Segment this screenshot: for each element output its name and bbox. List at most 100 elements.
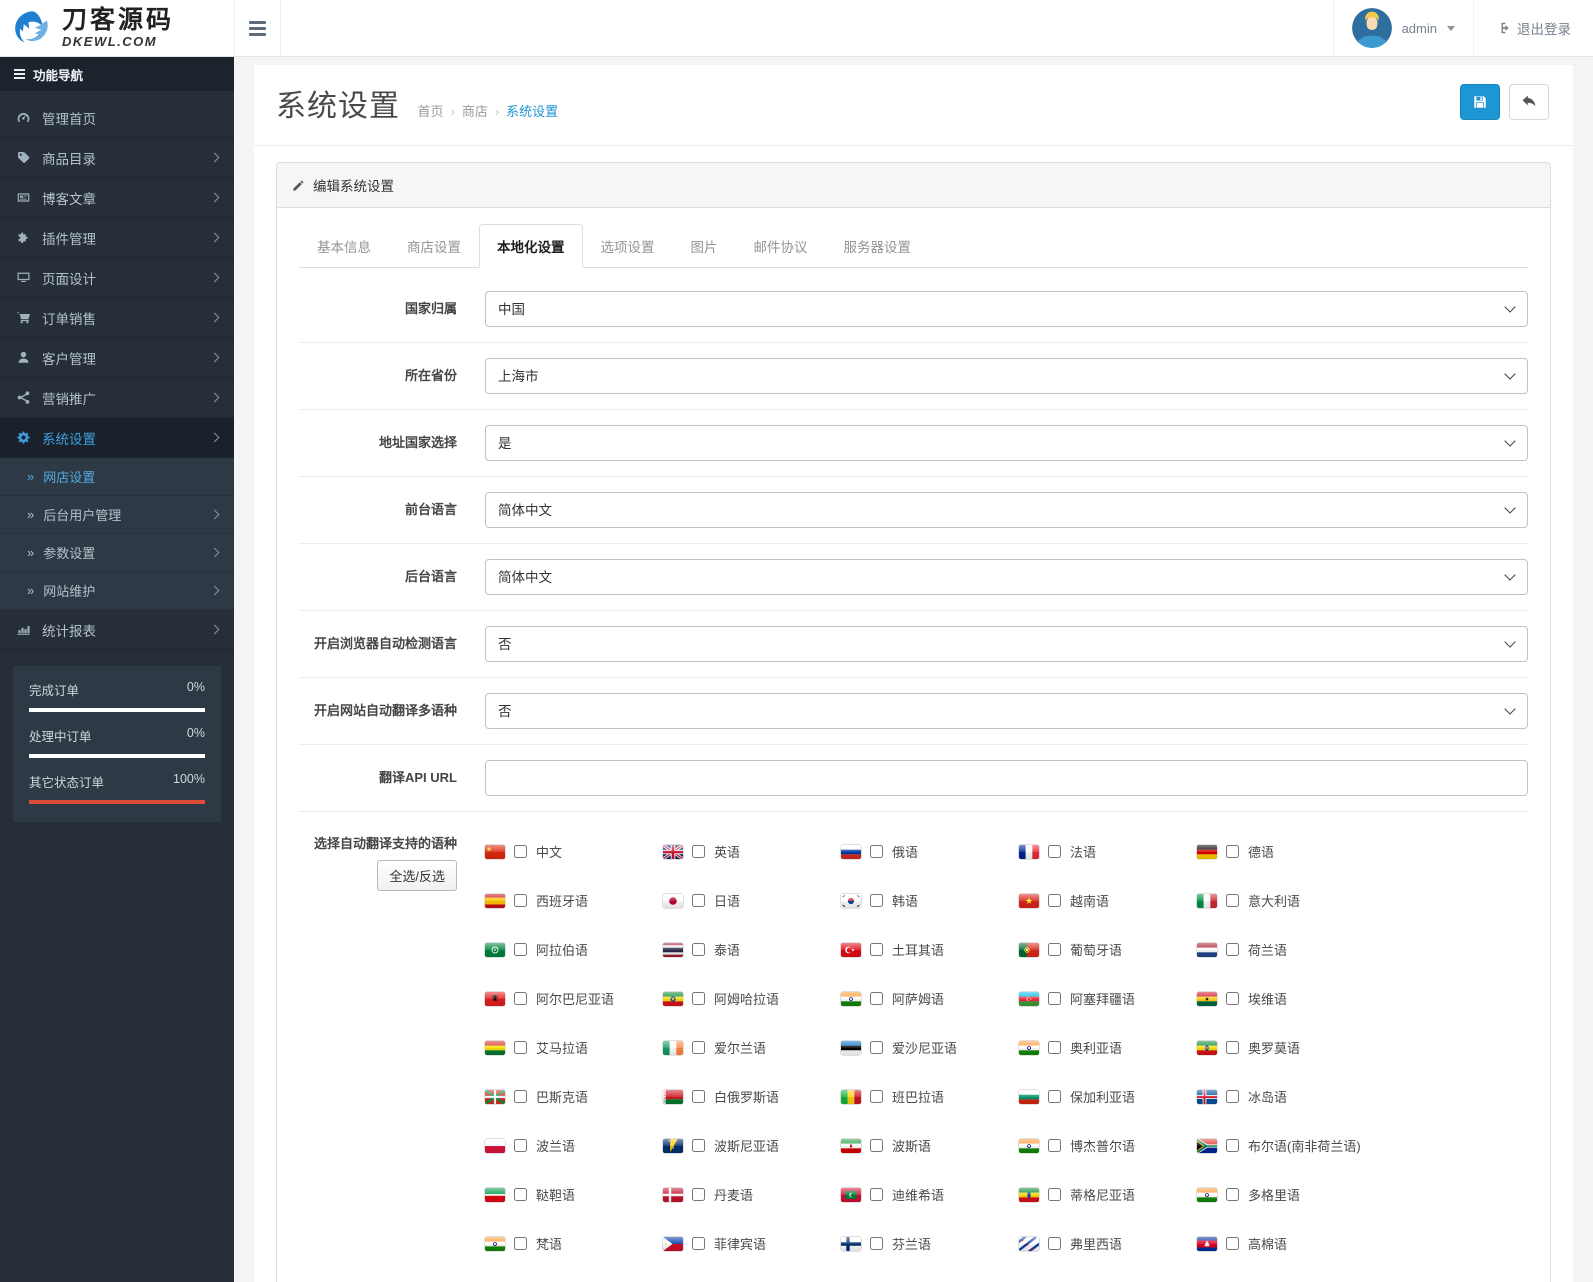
back-button[interactable] [1509, 84, 1549, 120]
language-checkbox-16[interactable] [692, 992, 705, 1005]
sidebar-item-desktop[interactable]: 页面设计 [0, 258, 234, 298]
language-checkbox-42[interactable] [870, 1237, 883, 1250]
language-checkbox-40[interactable] [514, 1237, 527, 1250]
language-checkbox-34[interactable] [1226, 1139, 1239, 1152]
language-checkbox-19[interactable] [1226, 992, 1239, 1005]
sidebar-item-bar-chart[interactable]: 统计报表 [0, 610, 234, 650]
language-checkbox-6[interactable] [692, 894, 705, 907]
language-checkbox-31[interactable] [692, 1139, 705, 1152]
language-checkbox-27[interactable] [870, 1090, 883, 1103]
sidebar-subitem-2[interactable]: » 参数设置 [0, 534, 234, 572]
language-checkbox-14[interactable] [1226, 943, 1239, 956]
sidebar-subitem-0[interactable]: » 网店设置 [0, 458, 234, 496]
user-menu[interactable]: admin [1332, 0, 1474, 56]
language-checkbox-5[interactable] [514, 894, 527, 907]
sidebar-item-dashboard[interactable]: 管理首页 [0, 98, 234, 138]
tab-1[interactable]: 商店设置 [389, 224, 479, 268]
language-checkbox-44[interactable] [1226, 1237, 1239, 1250]
language-checkbox-28[interactable] [1048, 1090, 1061, 1103]
breadcrumb-item-2[interactable]: 系统设置 [506, 104, 558, 119]
language-item-south-korea: 韩语 [841, 891, 1019, 910]
language-item-cambodia: 高棉语 [1197, 1234, 1375, 1253]
language-checkbox-9[interactable] [1226, 894, 1239, 907]
breadcrumb-item-0[interactable]: 首页 [417, 104, 443, 119]
language-checkbox-43[interactable] [1048, 1237, 1061, 1250]
tab-5[interactable]: 邮件协议 [736, 224, 826, 268]
language-checkbox-18[interactable] [1048, 992, 1061, 1005]
sidebar-item-newspaper[interactable]: 博客文章 [0, 178, 234, 218]
flag-italy-icon [1197, 893, 1217, 908]
translate-api-url-input[interactable] [485, 760, 1528, 796]
language-checkbox-39[interactable] [1226, 1188, 1239, 1201]
language-checkbox-17[interactable] [870, 992, 883, 1005]
brand-logo[interactable]: 刀客源码 DKEWL.COM [0, 0, 234, 56]
language-checkbox-22[interactable] [870, 1041, 883, 1054]
language-checkbox-24[interactable] [1226, 1041, 1239, 1054]
select-all-toggle-button[interactable]: 全选/反选 [377, 860, 457, 891]
sidebar-subitem-1[interactable]: » 后台用户管理 [0, 496, 234, 534]
language-item-philippines: 菲律宾语 [663, 1234, 841, 1253]
sidebar-item-user[interactable]: 客户管理 [0, 338, 234, 378]
language-checkbox-32[interactable] [870, 1139, 883, 1152]
language-checkbox-21[interactable] [692, 1041, 705, 1054]
language-checkbox-23[interactable] [1048, 1041, 1061, 1054]
content-sheet: 系统设置 首页 › 商店 › 系统设置 编辑系统设置 基本信息 商店设置 本地化… [254, 65, 1573, 1282]
language-checkbox-4[interactable] [1226, 845, 1239, 858]
language-checkbox-0[interactable] [514, 845, 527, 858]
language-checkbox-11[interactable] [692, 943, 705, 956]
languages-grid: 中文 英语 俄语 法语 德语 西班牙语 日语 韩语 越南语 意大利语 阿拉伯语 泰语 土耳其语 葡萄牙语 荷… [485, 827, 1528, 1268]
sidebar-item-share[interactable]: 营销推广 [0, 378, 234, 418]
tab-4[interactable]: 图片 [673, 224, 736, 268]
language-checkbox-13[interactable] [1048, 943, 1061, 956]
language-item-arab-league: 阿拉伯语 [485, 940, 663, 959]
zone-select[interactable]: 上海市 [485, 358, 1528, 394]
language-checkbox-33[interactable] [1048, 1139, 1061, 1152]
sidebar-item-tag[interactable]: 商品目录 [0, 138, 234, 178]
language-checkbox-36[interactable] [692, 1188, 705, 1201]
language-checkbox-20[interactable] [514, 1041, 527, 1054]
language-checkbox-3[interactable] [1048, 845, 1061, 858]
language-label: 爱尔兰语 [714, 1041, 767, 1056]
tab-6[interactable]: 服务器设置 [826, 224, 930, 268]
browser-language-detect-select[interactable]: 否 [485, 626, 1528, 662]
language-checkbox-1[interactable] [692, 845, 705, 858]
language-checkbox-26[interactable] [692, 1090, 705, 1103]
address-country-select[interactable]: 是 [485, 425, 1528, 461]
tab-2[interactable]: 本地化设置 [479, 224, 583, 268]
sidebar-item-puzzle[interactable]: 插件管理 [0, 218, 234, 258]
frontend-language-select[interactable]: 简体中文 [485, 492, 1528, 528]
language-checkbox-37[interactable] [870, 1188, 883, 1201]
language-checkbox-10[interactable] [514, 943, 527, 956]
country-select[interactable]: 中国 [485, 291, 1528, 327]
field-label: 开启网站自动翻译多语种 [313, 703, 457, 718]
sidebar-subitem-3[interactable]: » 网站维护 [0, 572, 234, 610]
admin-language-select[interactable]: 简体中文 [485, 559, 1528, 595]
language-checkbox-12[interactable] [870, 943, 883, 956]
language-checkbox-35[interactable] [514, 1188, 527, 1201]
language-checkbox-30[interactable] [514, 1139, 527, 1152]
logout-button[interactable]: 退出登录 [1474, 0, 1593, 56]
tag-icon [16, 150, 42, 165]
sidebar-item-cart[interactable]: 订单销售 [0, 298, 234, 338]
auto-translate-select[interactable]: 否 [485, 693, 1528, 729]
language-checkbox-25[interactable] [514, 1090, 527, 1103]
language-checkbox-38[interactable] [1048, 1188, 1061, 1201]
language-checkbox-2[interactable] [870, 845, 883, 858]
save-button[interactable] [1460, 84, 1500, 120]
language-checkbox-15[interactable] [514, 992, 527, 1005]
field-control: 简体中文 [485, 559, 1528, 595]
language-checkbox-7[interactable] [870, 894, 883, 907]
tab-0[interactable]: 基本信息 [299, 224, 389, 268]
sidebar-item-gear[interactable]: 系统设置 [0, 418, 234, 458]
flag-india-icon [1019, 1138, 1039, 1153]
tab-3[interactable]: 选项设置 [583, 224, 673, 268]
language-checkbox-41[interactable] [692, 1237, 705, 1250]
username: admin [1401, 20, 1437, 36]
language-checkbox-29[interactable] [1226, 1090, 1239, 1103]
breadcrumb-item-1[interactable]: 商店 [462, 104, 488, 119]
chevron-right-icon [209, 432, 220, 443]
language-checkbox-8[interactable] [1048, 894, 1061, 907]
sidebar-toggle-button[interactable] [234, 0, 281, 56]
gear-icon [16, 430, 42, 445]
chevron-right-icon [209, 624, 220, 635]
